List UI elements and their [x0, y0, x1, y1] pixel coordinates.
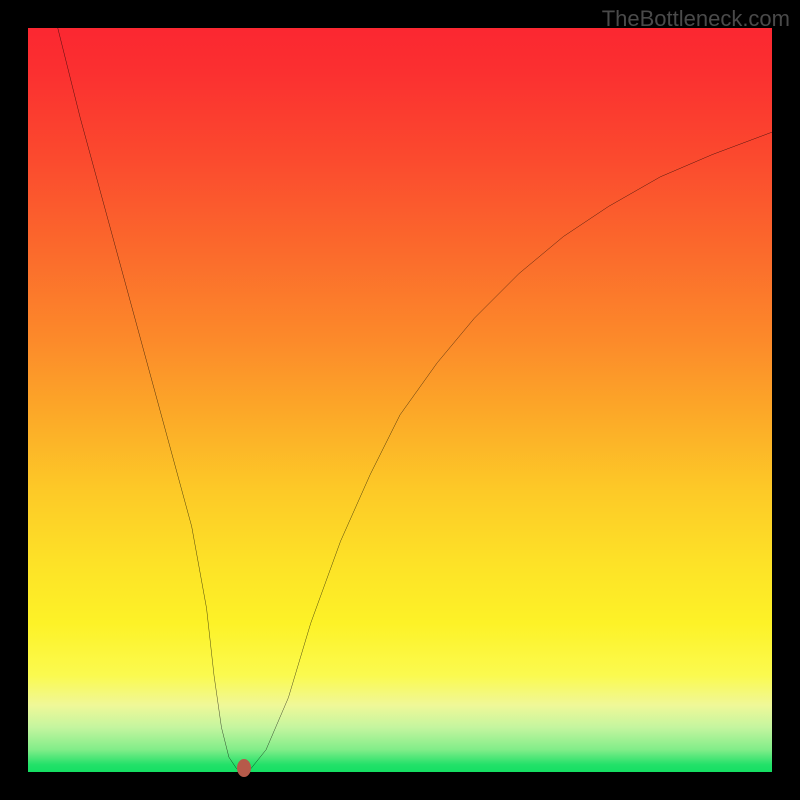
plot-area [28, 28, 772, 772]
watermark-text: TheBottleneck.com [602, 6, 790, 32]
bottleneck-curve [28, 28, 772, 772]
optimal-point-marker [237, 759, 251, 777]
chart-frame: TheBottleneck.com [0, 0, 800, 800]
